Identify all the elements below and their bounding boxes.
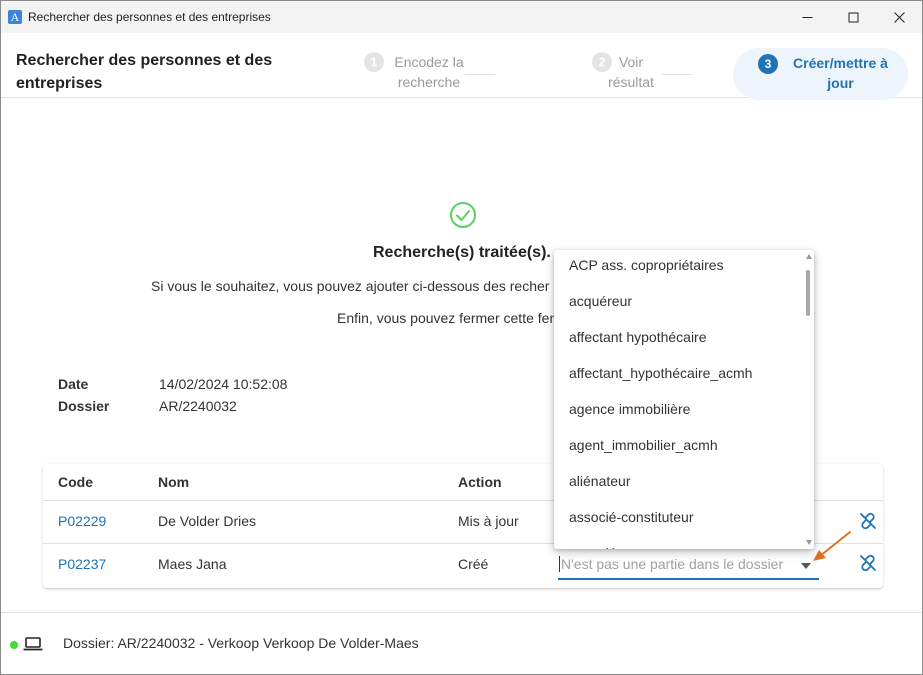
column-header-code: Code	[58, 474, 93, 490]
step-2: 2 Voir résultat	[592, 52, 654, 92]
step-1-label: Encodez la recherche	[394, 54, 464, 90]
minimize-icon	[802, 16, 812, 18]
info-text-add: Si vous le souhaitez, vous pouvez ajoute…	[151, 278, 550, 294]
dropdown-option[interactable]: ACP ass. copropriétaires	[554, 250, 804, 283]
unlink-icon[interactable]	[858, 511, 878, 531]
table-row: P02237 Maes Jana Créé N'est pas une part…	[43, 544, 883, 587]
app-logo-icon: A	[8, 10, 22, 24]
dossier-value: AR/2240032	[159, 398, 237, 414]
status-bar: Dossier: AR/2240032 - Verkoop Verkoop De…	[1, 612, 922, 674]
laptop-icon	[23, 637, 43, 651]
dossier-status-text: Dossier: AR/2240032 - Verkoop Verkoop De…	[63, 635, 419, 651]
app-window: A Rechercher des personnes et des entrep…	[0, 0, 923, 675]
window-controls	[784, 1, 922, 33]
info-text-close: Enfin, vous pouvez fermer cette fen	[337, 310, 558, 326]
select-placeholder: N'est pas une partie dans le dossier	[559, 556, 784, 572]
connection-status-indicator	[10, 641, 18, 649]
page-title: Rechercher des personnes et des entrepri…	[16, 52, 273, 92]
step-connector	[465, 74, 495, 75]
step-3-number: 3	[758, 54, 778, 74]
title-bar: A Rechercher des personnes et des entrep…	[1, 1, 922, 33]
step-connector	[662, 74, 692, 75]
annotation-arrow-icon	[813, 531, 851, 561]
date-label: Date	[58, 376, 89, 392]
success-check-icon	[450, 202, 476, 228]
step-1: 1 Encodez la recherche	[364, 52, 474, 92]
maximize-icon	[848, 12, 858, 22]
row-action: Mis à jour	[458, 513, 519, 529]
party-role-select[interactable]: N'est pas une partie dans le dossier	[558, 554, 819, 580]
dropdown-option[interactable]: agence immobilière	[554, 391, 804, 427]
dropdown-option[interactable]: agent_immobilier_acmh	[554, 427, 804, 463]
dropdown-option[interactable]: acquéreur	[554, 283, 804, 319]
scroll-up-icon[interactable]	[806, 254, 812, 259]
row-action: Créé	[458, 556, 489, 572]
column-header-action: Action	[458, 474, 502, 490]
row-nom: De Volder Dries	[158, 513, 257, 529]
dropdown-option[interactable]: affectant hypothécaire	[554, 319, 804, 355]
result-title: Recherche(s) traitée(s).	[373, 244, 551, 261]
dropdown-option[interactable]: associé-constituteur	[554, 499, 804, 535]
close-button[interactable]	[876, 1, 922, 33]
step-3-active: 3 Créer/mettre à jour	[733, 48, 908, 100]
unlink-icon[interactable]	[858, 553, 878, 573]
dropdown-scrollbar-thumb[interactable]	[806, 270, 810, 316]
close-icon	[893, 11, 905, 23]
window-title: Rechercher des personnes et des entrepri…	[28, 10, 271, 24]
date-value: 14/02/2024 10:52:08	[159, 376, 288, 392]
row-code-link[interactable]: P02229	[58, 513, 106, 529]
step-2-label: Voir résultat	[608, 54, 654, 90]
step-3-label: Créer/mettre à jour	[793, 55, 888, 91]
dropdown-option[interactable]: affectant_hypothécaire_acmh	[554, 355, 804, 391]
row-nom: Maes Jana	[158, 556, 227, 572]
column-header-nom: Nom	[158, 474, 190, 490]
dossier-label: Dossier	[58, 398, 110, 414]
wizard-header: Rechercher des personnes et des entrepri…	[1, 33, 922, 100]
row-code-link[interactable]: P02237	[58, 556, 106, 572]
dropdown-option[interactable]: associé	[554, 535, 804, 549]
dropdown-option[interactable]: aliénateur	[554, 463, 804, 499]
role-dropdown-menu: ACP ass. copropriétaires acquéreur affec…	[554, 250, 814, 549]
minimize-button[interactable]	[784, 1, 830, 33]
maximize-button[interactable]	[830, 1, 876, 33]
